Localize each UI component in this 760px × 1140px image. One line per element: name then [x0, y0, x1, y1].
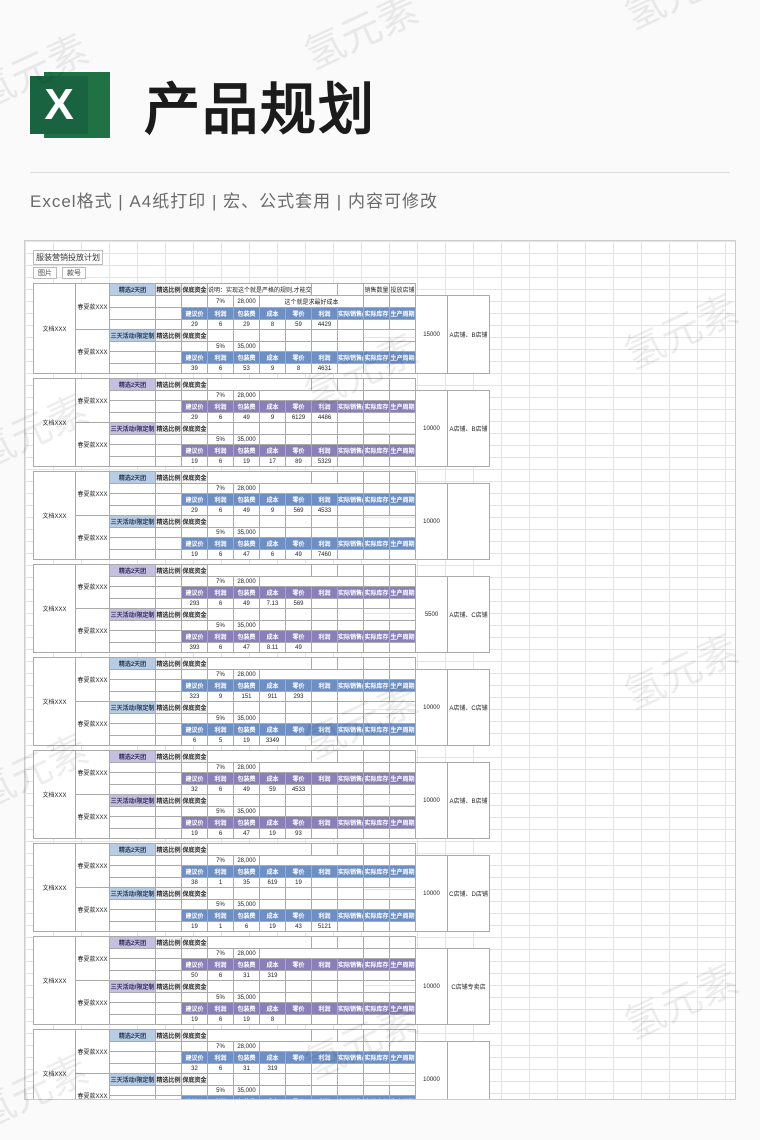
feature-subtitle: Excel格式 | A4纸打印 | 宏、公式套用 | 内容可修改: [30, 172, 730, 212]
product-block: 文档XXX 春夏款XXX 精选2天团 精选比例保底资金 7%28,000 100…: [33, 471, 475, 560]
product-block: 文档XXX 春夏款XXX 精选2天团 精选比例保底资金 7%28,000 100…: [33, 936, 475, 1025]
tag-ref-col: 款号: [62, 267, 86, 279]
excel-icon-letter: X: [44, 80, 73, 130]
spreadsheet-preview: 服装营销投放计划 图片 款号 文档XXX 春夏款XXX 精选2天团 精选比例保底…: [24, 240, 736, 1100]
product-block: 文档XXX 春夏款XXX 精选2天团 精选比例保底资金 7%28,000 100…: [33, 378, 475, 467]
product-block: 文档XXX 春夏款XXX 精选2天团 精选比例保底资金 7%28,000 100…: [33, 1029, 475, 1099]
product-block: 文档XXX 春夏款XXX 精选2天团 精选比例保底资金 7%28,000 100…: [33, 657, 475, 746]
product-block: 文档XXX 春夏款XXX 精选2天团 精选比例保底资金 7%28,000 100…: [33, 750, 475, 839]
product-block: 文档XXX 春夏款XXX 精选2天团 精选比例保底资金 7%28,000 100…: [33, 843, 475, 932]
page-title: 产品规划: [144, 65, 376, 146]
product-block: 文档XXX 春夏款XXX 精选2天团 精选比例保底资金 7%28,000 550…: [33, 564, 475, 653]
plan-title-cell: 服装营销投放计划: [33, 250, 103, 265]
tag-image-col: 图片: [33, 267, 57, 279]
spreadsheet-content: 服装营销投放计划 图片 款号 文档XXX 春夏款XXX 精选2天团 精选比例保底…: [33, 247, 475, 1099]
excel-icon: X: [30, 60, 120, 150]
product-block: 文档XXX 春夏款XXX 精选2天团 精选比例保底资金 说明：实现这个就是严格的…: [33, 283, 475, 374]
page-header: X 产品规划: [0, 0, 760, 164]
